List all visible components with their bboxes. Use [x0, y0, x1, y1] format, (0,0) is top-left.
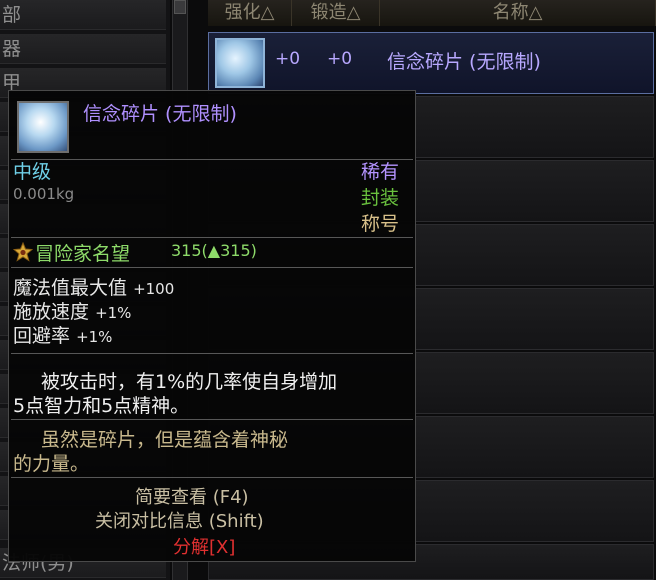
divider	[11, 419, 413, 420]
row-enhance-value: +0	[275, 49, 301, 69]
divider	[11, 353, 413, 354]
stat-line: 回避率 +1%	[13, 321, 112, 348]
item-tooltip: 信念碎片 (无限制) 中级 0.001kg 稀有 封装 称号 冒险家名望 315…	[8, 90, 416, 562]
divider	[11, 477, 413, 478]
fame-label: 冒险家名望	[35, 243, 131, 265]
tooltip-item-name: 信念碎片 (无限制)	[83, 103, 237, 125]
category-label: 器	[2, 38, 22, 60]
decompose-hint: 分解[X]	[173, 537, 236, 558]
header-forge-label: 锻造△	[310, 2, 361, 23]
stat-value: +1%	[76, 328, 113, 346]
scrollbar-thumb[interactable]	[174, 0, 186, 14]
item-rarity: 稀有	[360, 161, 399, 183]
item-grade: 中级	[13, 161, 52, 183]
stat-line: 魔法值最大值 +100	[13, 273, 174, 300]
header-name-label: 名称△	[492, 2, 543, 23]
stat-label: 魔法值最大值	[13, 277, 128, 299]
flavor-text: 的力量。	[13, 453, 90, 475]
header-enhance[interactable]: 强化△	[208, 0, 292, 26]
effect-description: 5点智力和5点精神。	[13, 395, 190, 417]
item-type: 称号	[360, 213, 399, 235]
header-enhance-label: 强化△	[224, 2, 275, 23]
stat-label: 施放速度	[13, 301, 90, 323]
brief-view-hint: 简要查看 (F4)	[135, 487, 249, 508]
stat-value: +1%	[95, 304, 132, 322]
category-item[interactable]: 部	[0, 0, 166, 30]
header-forge[interactable]: 锻造△	[292, 0, 380, 26]
fame-value: 315(▲315)	[171, 241, 257, 260]
close-compare-hint: 关闭对比信息 (Shift)	[95, 511, 264, 532]
divider	[11, 237, 413, 238]
category-label: 部	[2, 4, 22, 26]
item-row-selected[interactable]: +0 +0 信念碎片 (无限制)	[208, 32, 654, 94]
effect-description: 被攻击时，有1%的几率使自身增加	[41, 371, 338, 393]
stat-value: +100	[133, 280, 175, 298]
row-forge-value: +0	[327, 49, 353, 69]
item-seal-status: 封装	[360, 187, 399, 209]
stat-label: 回避率	[13, 325, 71, 347]
row-item-name: 信念碎片 (无限制)	[387, 51, 541, 73]
stat-line: 施放速度 +1%	[13, 297, 131, 324]
crystal-shard-icon	[215, 38, 265, 88]
divider	[11, 159, 413, 160]
flavor-text: 虽然是碎片，但是蕴含着神秘	[41, 429, 289, 451]
item-weight: 0.001kg	[13, 185, 75, 203]
category-item[interactable]: 器	[0, 34, 166, 64]
crystal-shard-icon	[17, 101, 69, 153]
divider	[11, 267, 413, 268]
header-name[interactable]: 名称△	[380, 0, 656, 26]
fame-emblem-icon	[13, 242, 33, 262]
